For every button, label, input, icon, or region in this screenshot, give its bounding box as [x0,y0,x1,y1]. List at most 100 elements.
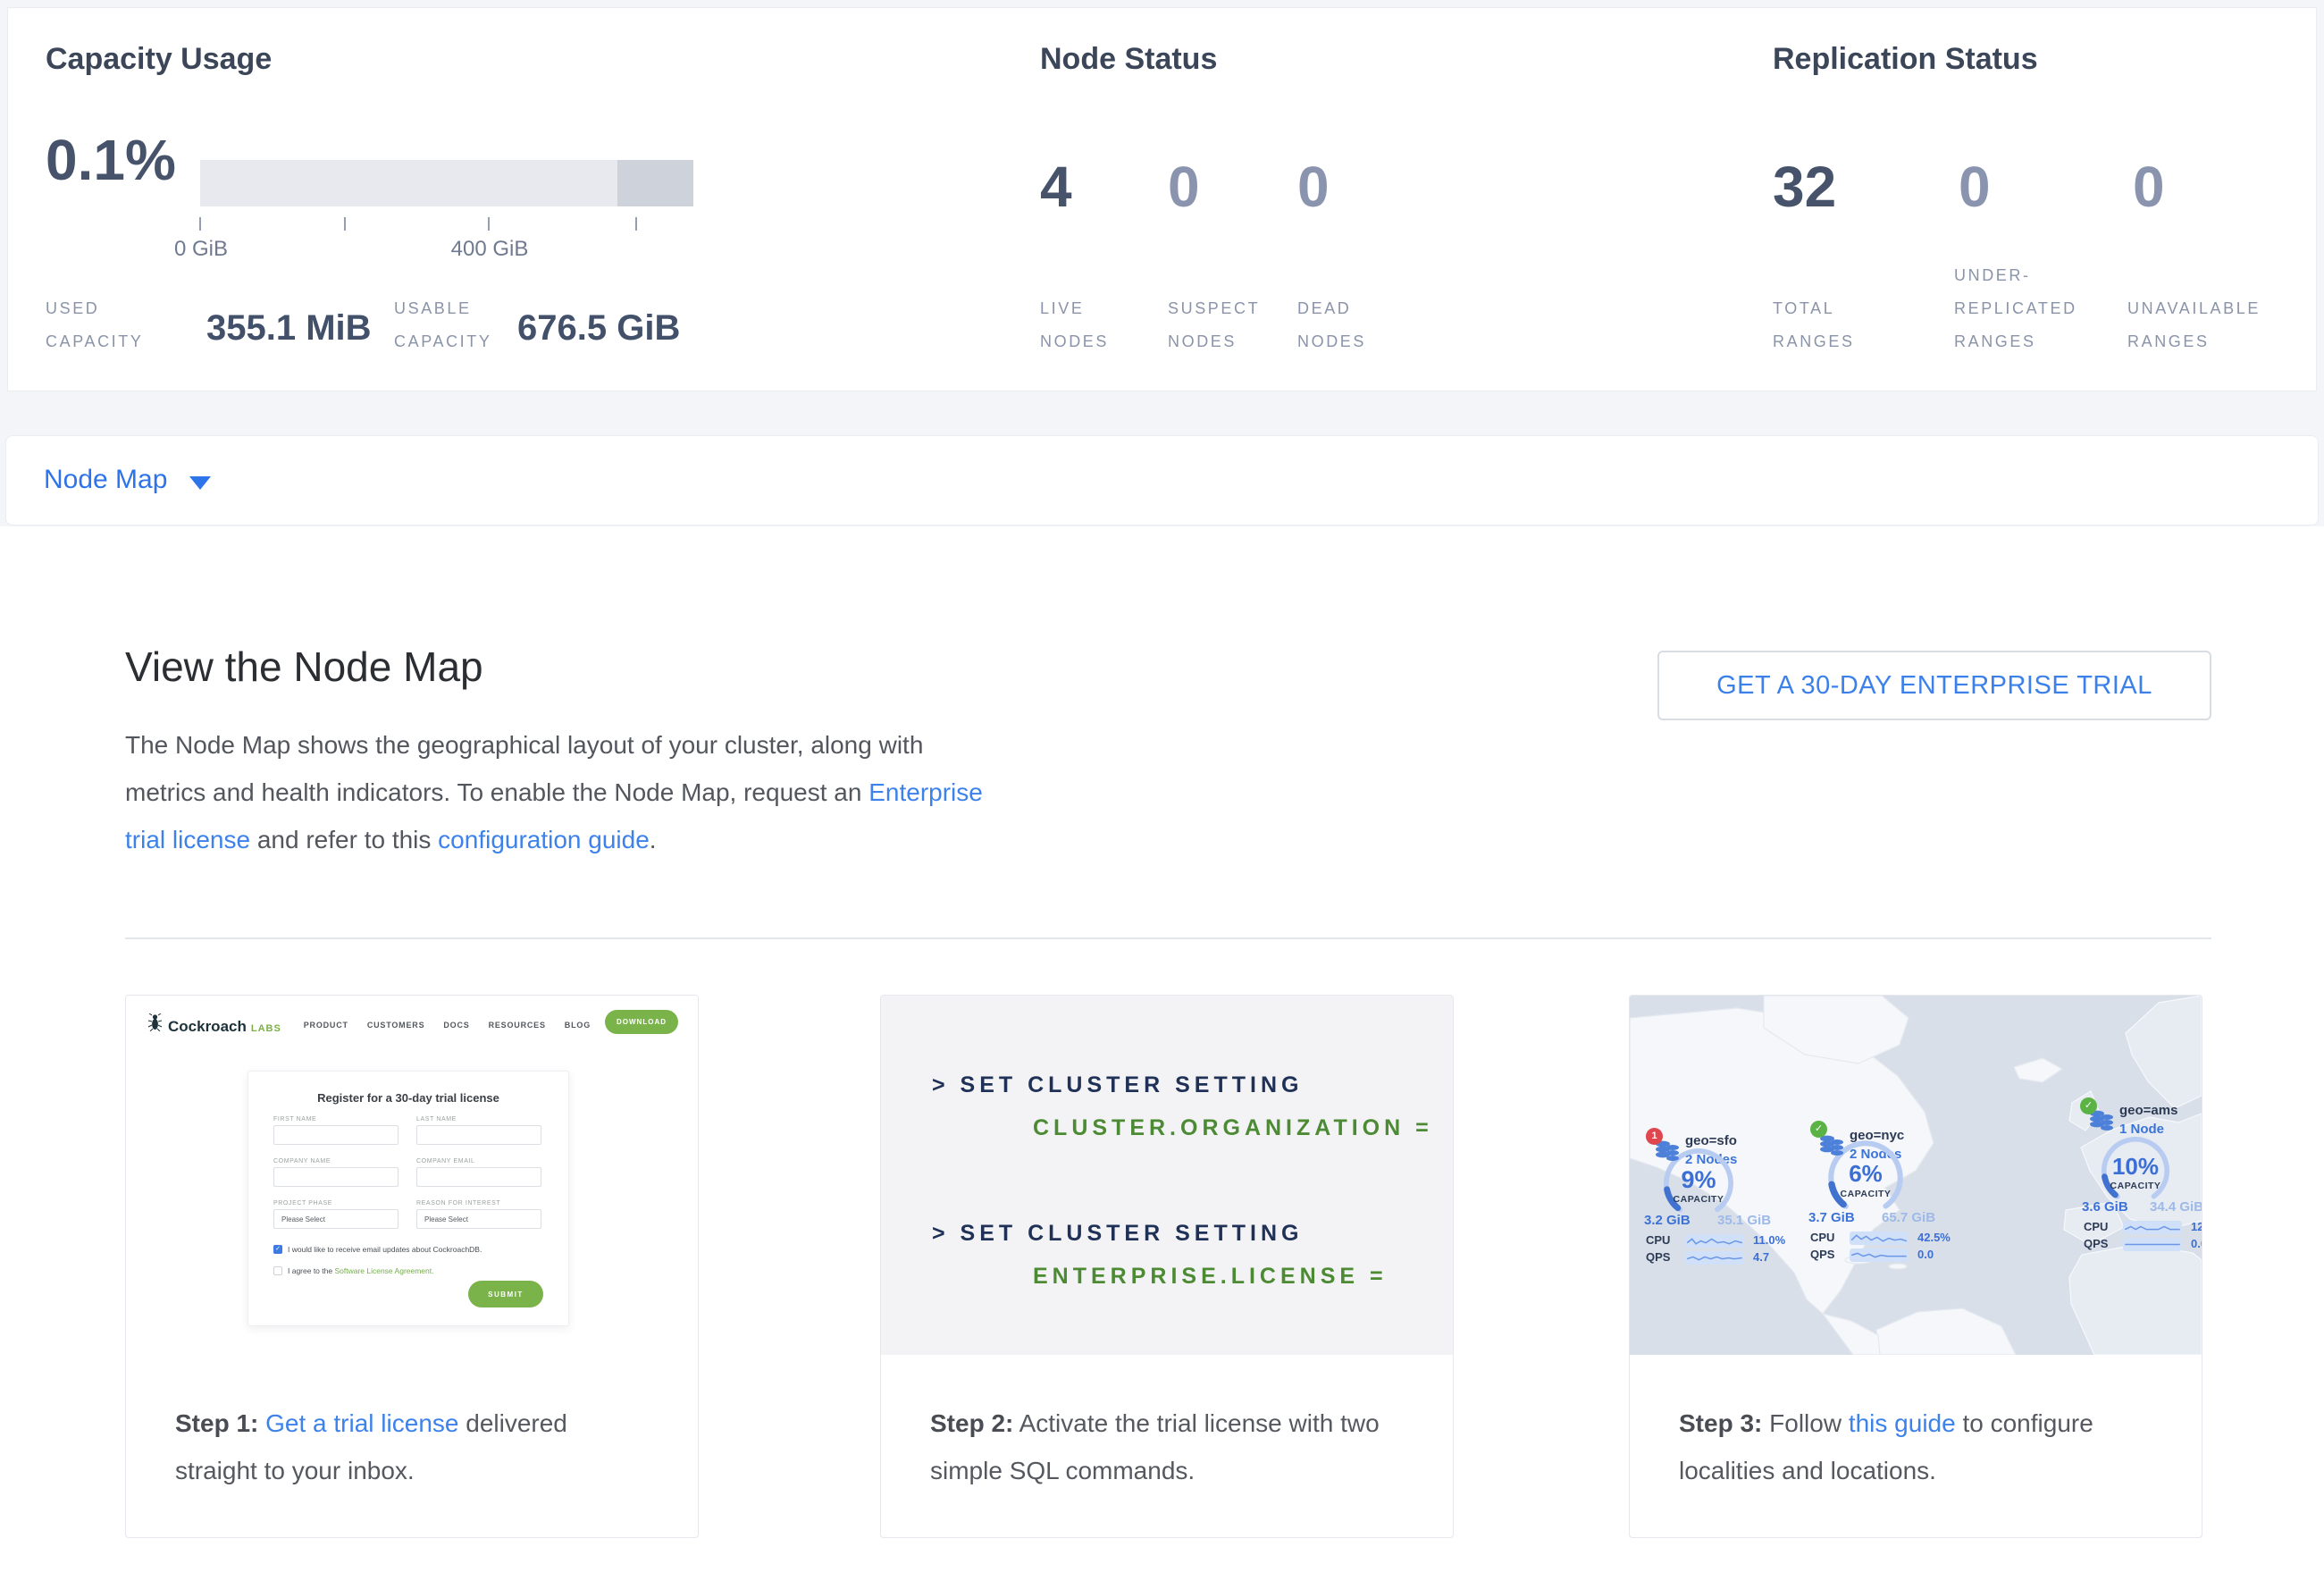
capacity-total: 65.7 GiB [1882,1210,1935,1225]
qps-row: QPS 0.0 [2084,1237,2202,1252]
this-guide-link[interactable]: this guide [1849,1409,1956,1437]
node-status-title: Node Status [1040,42,1217,77]
cockroach-labs-logo: Cockroach LABS [147,1013,281,1036]
under-replicated-ranges-value: 0 [1959,158,1991,215]
node-map-description: The Node Map shows the geographical layo… [125,721,987,863]
step1-card: Cockroach LABS PRODUCT CUSTOMERS DOCS RE… [125,995,699,1538]
qps-sparkline [2123,1238,2182,1251]
nav-item-customers: CUSTOMERS [367,1021,425,1030]
section-divider [125,937,2211,939]
capacity-bar-reserved-segment [617,160,693,206]
sql-line-2: CLUSTER.ORGANIZATION = [1033,1115,1433,1141]
total-ranges-value: 32 [1773,158,1836,215]
company-name-field [273,1167,399,1187]
live-nodes-value: 4 [1040,158,1072,215]
capacity-tick-label-0: 0 GiB [174,237,228,262]
capacity-used: 3.7 GiB [1808,1210,1855,1225]
node-map-preview: 1 geo=sfo 2 Nodes 9% CAPACITY 3.2 [1630,996,2202,1355]
sql-line-4: ENTERPRISE.LICENSE = [1033,1264,1388,1290]
qps-row: QPS 4.7 [1646,1250,1780,1265]
capacity-bar [200,160,693,206]
capacity-used: 3.2 GiB [1644,1213,1691,1228]
step3-card: 1 geo=sfo 2 Nodes 9% CAPACITY 3.2 [1629,995,2202,1538]
cpu-sparkline [1685,1234,1744,1248]
mini-site-nav: PRODUCT CUSTOMERS DOCS RESOURCES BLOG [304,1021,591,1030]
cpu-row: CPU 11.0% [1646,1233,1780,1248]
checkbox-empty-icon [273,1266,282,1275]
download-button: DOWNLOAD [605,1010,678,1034]
license-agreement-checkbox-row: I agree to the Software License Agreemen… [273,1266,434,1275]
nav-item-docs: DOCS [443,1021,469,1030]
dead-nodes-label: DEADNODES [1297,292,1366,358]
company-name-label: COMPANY NAME [273,1158,331,1164]
sql-line-3: > SET CLUSTER SETTING [932,1221,1303,1247]
capacity-used: 3.6 GiB [2082,1199,2128,1215]
usable-capacity-value: 676.5 GiB [517,308,680,349]
unavailable-ranges-value: 0 [2133,158,2165,215]
cpu-sparkline [2123,1221,2182,1234]
form-title: Register for a 30-day trial license [248,1091,568,1105]
description-text: and refer to this [250,826,438,853]
locality-nyc: ✓ geo=nyc 2 Nodes 6% CAPACITY 3.7 [1800,1114,1934,1265]
nav-item-blog: BLOG [565,1021,591,1030]
software-license-agreement-link: Software License Agreement. [334,1266,433,1275]
chevron-down-icon [189,476,211,490]
qps-sparkline [1850,1248,1909,1262]
step2-caption: Step 2: Activate the trial license with … [881,1355,1453,1537]
cpu-row: CPU 42.5% [1810,1231,1944,1246]
brand-name: Cockroach [168,1018,247,1036]
locality-sfo: 1 geo=sfo 2 Nodes 9% CAPACITY 3.2 [1640,1119,1774,1271]
get-enterprise-trial-button[interactable]: GET A 30-DAY ENTERPRISE TRIAL [1657,651,2211,720]
replication-status-title: Replication Status [1773,42,2038,77]
email-updates-checkbox-label: I would like to receive email updates ab… [288,1245,482,1254]
mini-site-header: Cockroach LABS PRODUCT CUSTOMERS DOCS RE… [126,996,698,1051]
submit-button: SUBMIT [468,1281,543,1307]
used-capacity-value: 355.1 MiB [206,308,372,349]
node-map-dropdown-label: Node Map [44,465,167,495]
brand-suffix: LABS [251,1023,281,1034]
step1-label: Step 1: [175,1409,258,1437]
step2-thumbnail: > SET CLUSTER SETTING CLUSTER.ORGANIZATI… [881,996,1453,1355]
first-name-field [273,1125,399,1145]
locality-ams: ✓ geo=ams 1 Node 10% CAPACITY 3.6 [2075,1092,2202,1244]
capacity-tick-label-400: 400 GiB [451,237,529,262]
capacity-total: 34.4 GiB [2150,1199,2202,1215]
step2-label: Step 2: [930,1409,1013,1437]
capacity-total: 35.1 GiB [1717,1213,1771,1228]
dead-nodes-value: 0 [1297,158,1330,215]
capacity-percent: 0.1% [46,131,176,189]
healthy-badge-icon: ✓ [2080,1097,2097,1114]
license-agreement-checkbox-label: I agree to the Software License Agreemen… [288,1266,434,1275]
node-map-dropdown[interactable]: Node Map [5,435,2319,525]
get-trial-license-link[interactable]: Get a trial license [265,1409,458,1437]
company-email-label: COMPANY EMAIL [416,1158,475,1164]
project-phase-select: Please Select [273,1209,399,1229]
usable-capacity-label: USABLECAPACITY [394,292,491,358]
nav-item-resources: RESOURCES [489,1021,546,1030]
nav-item-product: PRODUCT [304,1021,348,1030]
description-text: . [650,826,657,853]
suspect-nodes-value: 0 [1168,158,1200,215]
error-badge-icon: 1 [1646,1128,1663,1145]
configuration-guide-link[interactable]: configuration guide [438,826,650,853]
step2-card: > SET CLUSTER SETTING CLUSTER.ORGANIZATI… [880,995,1454,1538]
healthy-badge-icon: ✓ [1810,1121,1827,1138]
step3-thumbnail: 1 geo=sfo 2 Nodes 9% CAPACITY 3.2 [1630,996,2202,1355]
suspect-nodes-label: SUSPECTNODES [1168,292,1260,358]
step1-caption: Step 1: Get a trial license delivered st… [126,1355,698,1537]
cpu-row: CPU 12.3% [2084,1220,2202,1235]
cluster-summary-panel: Capacity Usage 0.1% 0 GiB 400 GiB USEDCA… [7,7,2317,391]
cpu-sparkline [1850,1232,1909,1245]
sql-line-1: > SET CLUSTER SETTING [932,1072,1303,1098]
locality-name: geo=ams [2119,1103,2177,1118]
node-map-enable-section: View the Node Map The Node Map shows the… [0,526,2324,1589]
step3-caption: Step 3: Follow this guide to configure l… [1630,1355,2202,1537]
capacity-gauge: 10% CAPACITY [2100,1135,2171,1206]
unavailable-ranges-label: UNAVAILABLERANGES [2127,292,2261,358]
last-name-label: LAST NAME [416,1116,457,1122]
reason-for-interest-label: REASON FOR INTEREST [416,1200,500,1206]
email-updates-checkbox-row: ✓ I would like to receive email updates … [273,1245,482,1254]
total-ranges-label: TOTALRANGES [1773,292,1855,358]
description-text: The Node Map shows the geographical layo… [125,731,923,806]
under-replicated-ranges-label: UNDER-REPLICATEDRANGES [1954,259,2077,358]
